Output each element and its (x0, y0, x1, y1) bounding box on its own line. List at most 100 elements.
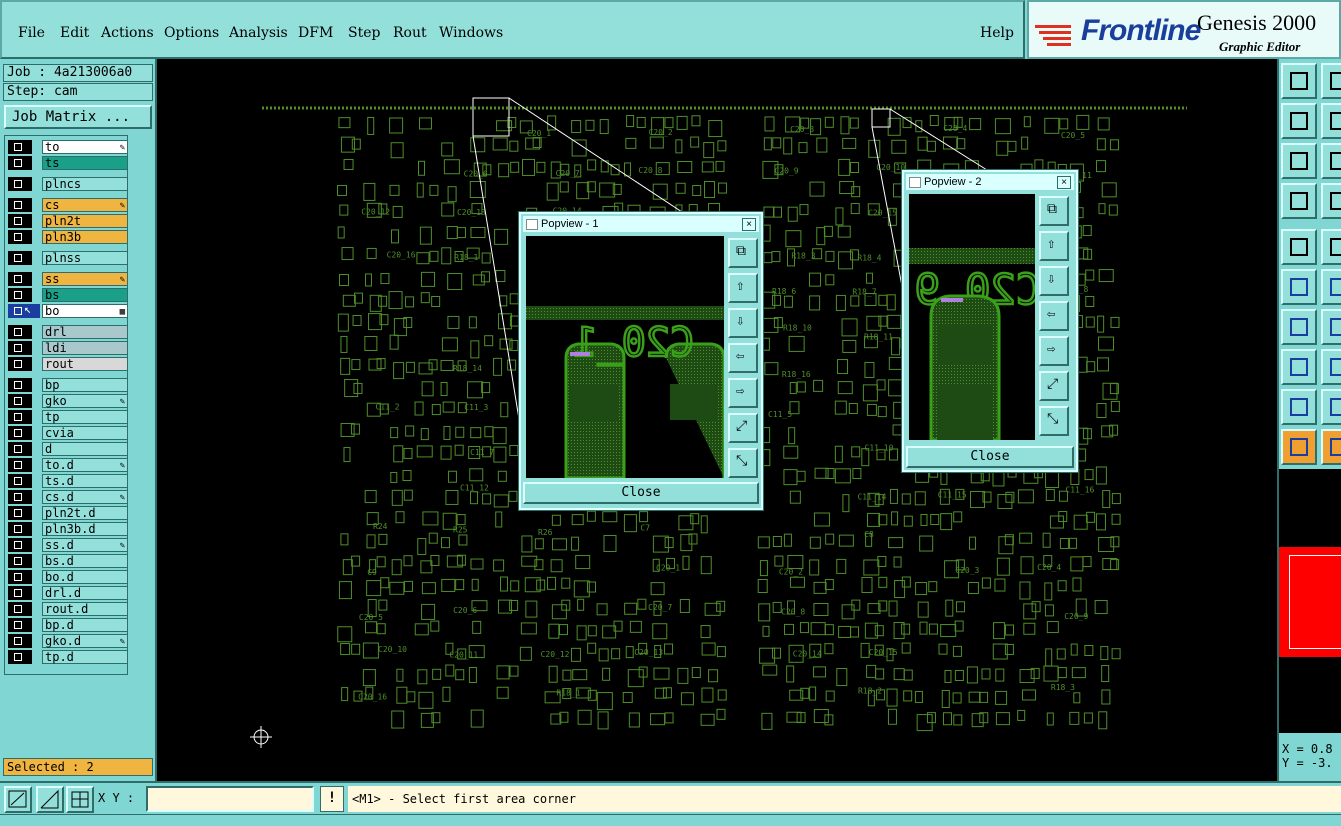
close-icon[interactable]: × (742, 218, 756, 231)
xy-input[interactable] (146, 786, 314, 812)
layer-row[interactable]: cs ✎ (8, 198, 128, 212)
layer-name[interactable]: d (42, 442, 128, 456)
measure-tool-button[interactable] (1281, 229, 1317, 265)
layer-row[interactable]: cvia (8, 426, 128, 440)
layer-checkbox[interactable] (8, 325, 32, 339)
layer-name[interactable]: tp (42, 410, 128, 424)
layer-checkbox[interactable] (8, 341, 32, 355)
layer-checkbox[interactable] (8, 522, 32, 536)
layer-name[interactable]: ss.d ✎ (42, 538, 128, 552)
route-tool-alt-button[interactable] (1321, 309, 1341, 345)
snap-view-alt-button[interactable] (1321, 183, 1341, 219)
polygon-tool-button[interactable] (1281, 429, 1317, 465)
menu-windows[interactable]: Windows (439, 25, 503, 41)
layer-name[interactable]: bp (42, 378, 128, 392)
menu-analysis[interactable]: Analysis (229, 25, 288, 41)
layer-row[interactable]: bp (8, 378, 128, 392)
zoom-in-button[interactable]: ⤢ (728, 413, 758, 443)
pan-down-button[interactable]: ⇩ (728, 308, 758, 338)
measure-tool-alt-button[interactable] (1321, 229, 1341, 265)
layer-row[interactable]: pln2t.d (8, 506, 128, 520)
pad-tool-button[interactable] (1281, 389, 1317, 425)
zoom-in-button[interactable]: ⤢ (1039, 371, 1069, 401)
layer-checkbox[interactable] (8, 538, 32, 552)
zoom-area-tool[interactable] (4, 786, 32, 813)
layer-checkbox[interactable] (8, 650, 32, 664)
menu-edit[interactable]: Edit (60, 25, 89, 41)
layer-checkbox[interactable] (8, 618, 32, 632)
layer-name[interactable]: pln3b.d (42, 522, 128, 536)
layer-checkbox[interactable] (8, 272, 32, 286)
zoom-home-button[interactable]: ⧉ (1039, 196, 1069, 226)
layer-checkbox[interactable] (8, 490, 32, 504)
select-feature-button[interactable] (1281, 269, 1317, 305)
layer-row[interactable]: pln3b.d (8, 522, 128, 536)
layer-checkbox[interactable] (8, 506, 32, 520)
layer-name[interactable]: ts.d (42, 474, 128, 488)
layer-checkbox[interactable] (8, 251, 32, 265)
layer-name[interactable]: to ✎ (42, 140, 128, 154)
layer-row[interactable]: plnss (8, 251, 128, 265)
popview-2-viewport[interactable]: C20_9 (909, 194, 1035, 440)
layer-name[interactable]: rout.d (42, 602, 128, 616)
layer-checkbox[interactable] (8, 458, 32, 472)
menu-rout[interactable]: Rout (393, 25, 427, 41)
layer-checkbox[interactable] (8, 378, 32, 392)
layer-name[interactable]: ldi (42, 341, 128, 355)
window-menu-icon[interactable] (909, 177, 921, 188)
zoom-out-button[interactable]: ⤡ (728, 448, 758, 478)
zoom-home-button[interactable]: ⧉ (728, 238, 758, 268)
menu-actions[interactable]: Actions (101, 25, 154, 41)
layer-row[interactable]: ts.d (8, 474, 128, 488)
layer-row[interactable]: drl (8, 325, 128, 339)
fit-view-button[interactable] (1281, 143, 1317, 179)
select-feature-alt-button[interactable] (1321, 269, 1341, 305)
popview-1-window[interactable]: Popview - 1 × C20_1 ⧉ ⇧ ⇩ ⇦ ⇨ ⤢ ⤡ Close (518, 211, 764, 511)
top-view-alt-button[interactable] (1321, 63, 1341, 99)
layer-name[interactable]: drl.d (42, 586, 128, 600)
layer-row[interactable]: bs (8, 288, 128, 302)
layer-checkbox[interactable] (8, 394, 32, 408)
route-tool-button[interactable] (1281, 309, 1317, 345)
pan-up-button[interactable]: ⇧ (728, 273, 758, 303)
layer-checkbox[interactable] (8, 140, 32, 154)
layer-name[interactable]: tp.d (42, 650, 128, 664)
top-view-button[interactable] (1281, 63, 1317, 99)
layer-name[interactable]: pln2t.d (42, 506, 128, 520)
menu-step[interactable]: Step (348, 25, 380, 41)
layer-row[interactable]: ldi (8, 341, 128, 355)
job-matrix-button[interactable]: Job Matrix ... (4, 105, 152, 129)
polygon-tool-alt-button[interactable] (1321, 429, 1341, 465)
layer-name[interactable]: pln2t (42, 214, 128, 228)
layer-checkbox[interactable] (8, 634, 32, 648)
layer-name[interactable]: cs.d ✎ (42, 490, 128, 504)
layer-checkbox[interactable] (8, 554, 32, 568)
line-tool-alt-button[interactable] (1321, 349, 1341, 385)
layer-checkbox[interactable] (8, 177, 32, 191)
layer-row[interactable]: rout (8, 357, 128, 371)
layer-row[interactable]: bp.d (8, 618, 128, 632)
grid-tool[interactable] (66, 786, 94, 813)
layer-name[interactable]: bs (42, 288, 128, 302)
layer-row[interactable]: tp (8, 410, 128, 424)
layer-checkbox[interactable] (8, 602, 32, 616)
layer-name[interactable]: bs.d (42, 554, 128, 568)
layer-checkbox[interactable] (8, 198, 32, 212)
layer-row[interactable]: pln3b (8, 230, 128, 244)
layer-row[interactable]: ts (8, 156, 128, 170)
layer-name[interactable]: cvia (42, 426, 128, 440)
left-view-alt-button[interactable] (1321, 103, 1341, 139)
layer-name[interactable]: plncs (42, 177, 128, 191)
layer-checkbox[interactable] (8, 586, 32, 600)
zoom-out-button[interactable]: ⤡ (1039, 406, 1069, 436)
line-tool-button[interactable] (1281, 349, 1317, 385)
layer-row[interactable]: ↖ bo ▦ (8, 302, 128, 318)
layer-checkbox[interactable]: ↖ (8, 302, 40, 318)
snap-view-button[interactable] (1281, 183, 1317, 219)
layer-checkbox[interactable] (8, 474, 32, 488)
pan-left-button[interactable]: ⇦ (728, 343, 758, 373)
pan-left-button[interactable]: ⇦ (1039, 301, 1069, 331)
layer-name[interactable]: bp.d (42, 618, 128, 632)
layer-row[interactable]: pln2t (8, 214, 128, 228)
layer-row[interactable]: to.d ✎ (8, 458, 128, 472)
